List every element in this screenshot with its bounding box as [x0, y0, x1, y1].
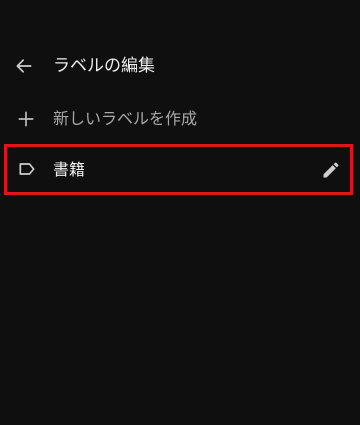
header-bar: ラベルの編集	[0, 44, 360, 88]
edit-label-button[interactable]	[316, 155, 346, 185]
label-name: 書籍	[53, 160, 86, 179]
create-label-row[interactable]: 新しいラベルを作成	[0, 97, 360, 141]
plus-icon	[18, 111, 34, 127]
page-title: ラベルの編集	[53, 56, 155, 76]
arrow-left-icon	[16, 59, 32, 73]
label-item-row[interactable]: 書籍	[4, 144, 353, 195]
back-button[interactable]	[8, 50, 40, 82]
pencil-icon	[323, 162, 339, 178]
create-label-text: 新しいラベルを作成	[53, 109, 198, 128]
label-tag-icon	[19, 163, 35, 175]
